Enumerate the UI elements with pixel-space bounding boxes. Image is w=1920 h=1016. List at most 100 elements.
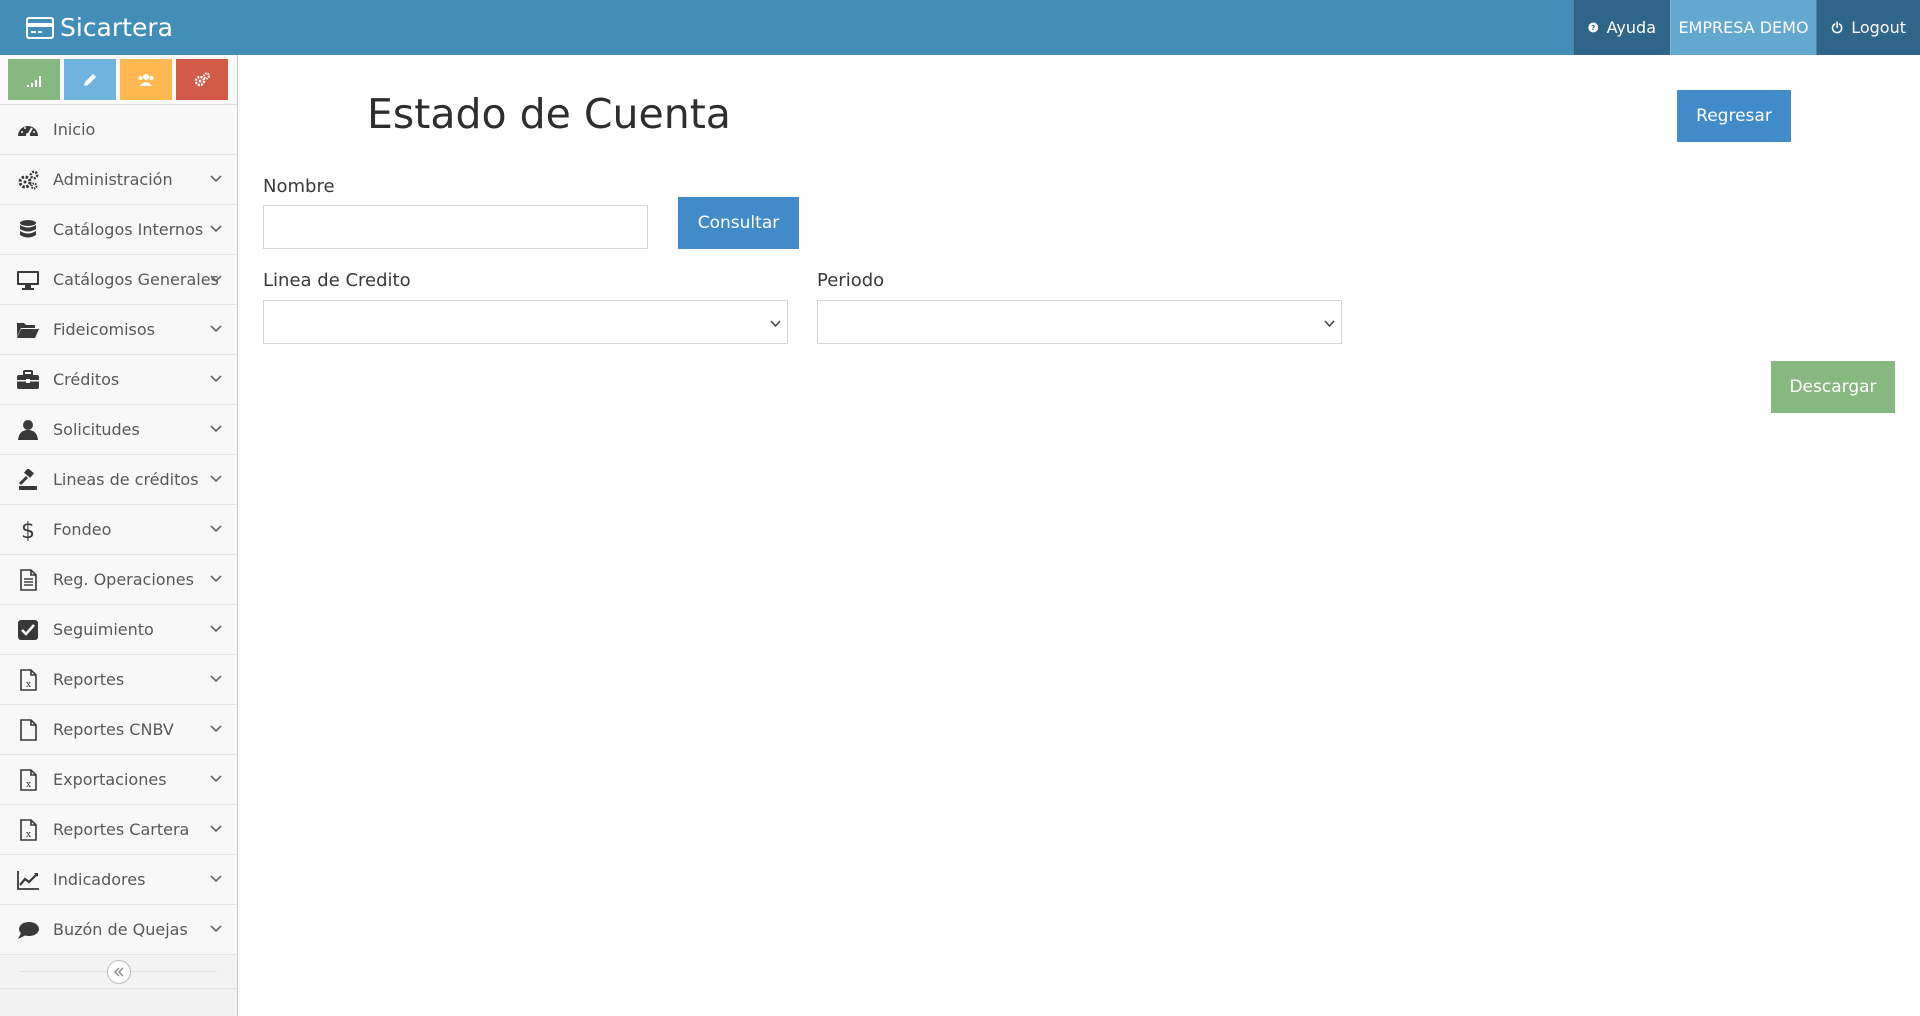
sidebar-item-label: Lineas de créditos — [53, 470, 199, 489]
top-navbar: Sicartera ? Ayuda EMPRESA DEMO Logout — [0, 0, 1920, 55]
nombre-input[interactable] — [263, 205, 648, 249]
signal-icon — [27, 75, 41, 87]
sidebar-item-administracion[interactable]: Administración — [0, 155, 237, 205]
sidebar-item-buzon-de-quejas[interactable]: Buzón de Quejas — [0, 905, 237, 955]
chevron-down-icon — [210, 625, 222, 633]
briefcase-icon — [14, 369, 42, 391]
logout-label: Logout — [1851, 18, 1906, 37]
chevron-down-icon — [210, 425, 222, 433]
sidebar-item-catalogos-generales[interactable]: Catálogos Generales — [0, 255, 237, 305]
shortcut-edit-button[interactable] — [64, 59, 116, 100]
periodo-select[interactable] — [817, 300, 1342, 344]
sidebar-item-label: Solicitudes — [53, 420, 140, 439]
tachometer-icon — [14, 119, 42, 141]
sidebar-item-label: Exportaciones — [53, 770, 167, 789]
linea-de-credito-label: Linea de Credito — [263, 270, 411, 291]
sidebar-item-label: Créditos — [53, 370, 120, 389]
regresar-button[interactable]: Regresar — [1677, 90, 1791, 142]
chevron-down-icon — [210, 225, 222, 233]
pencil-icon — [84, 73, 96, 86]
question-circle-icon: ? — [1588, 22, 1599, 33]
help-link[interactable]: ? Ayuda — [1573, 0, 1670, 55]
folder-open-icon — [14, 319, 42, 341]
file-icon — [14, 718, 42, 741]
help-label: Ayuda — [1606, 18, 1656, 37]
chevron-down-icon — [210, 475, 222, 483]
sidebar-collapse-bar — [0, 955, 237, 989]
sidebar-item-inicio[interactable]: Inicio — [0, 105, 237, 155]
main-content: Estado de Cuenta Regresar Nombre Consult… — [239, 55, 1920, 1016]
chevron-down-icon — [770, 320, 781, 328]
credit-card-icon — [26, 16, 54, 39]
check-square-icon — [14, 619, 42, 641]
sidebar: Inicio Administración Catálogos Internos… — [0, 55, 238, 1016]
page-title: Estado de Cuenta — [367, 90, 731, 138]
chevron-down-icon — [210, 325, 222, 333]
sidebar-item-label: Fondeo — [53, 520, 112, 539]
shortcut-users-button[interactable] — [120, 59, 172, 100]
sidebar-item-label: Reg. Operaciones — [53, 570, 194, 589]
sidebar-item-fondeo[interactable]: $ Fondeo — [0, 505, 237, 555]
sidebar-item-fideicomisos[interactable]: Fideicomisos — [0, 305, 237, 355]
sidebar-item-lineas-de-creditos[interactable]: Lineas de créditos — [0, 455, 237, 505]
chevron-down-icon — [1324, 320, 1335, 328]
comment-icon — [14, 919, 42, 941]
sidebar-item-reportes-cartera[interactable]: x Reportes Cartera — [0, 805, 237, 855]
company-selector[interactable]: EMPRESA DEMO — [1670, 0, 1816, 55]
sidebar-item-solicitudes[interactable]: Solicitudes — [0, 405, 237, 455]
sidebar-item-indicadores[interactable]: Indicadores — [0, 855, 237, 905]
sidebar-item-label: Reportes — [53, 670, 125, 689]
chevron-down-icon — [210, 775, 222, 783]
sidebar-item-label: Inicio — [53, 120, 96, 139]
linea-de-credito-select[interactable] — [263, 300, 788, 344]
periodo-label: Periodo — [817, 270, 885, 291]
sidebar-item-exportaciones[interactable]: x Exportaciones — [0, 755, 237, 805]
sidebar-item-creditos[interactable]: Créditos — [0, 355, 237, 405]
file-excel-icon: x — [14, 668, 42, 691]
brand-name: Sicartera — [60, 13, 173, 42]
sidebar-item-label: Indicadores — [53, 870, 146, 889]
sidebar-item-reg-operaciones[interactable]: Reg. Operaciones — [0, 555, 237, 605]
svg-text:x: x — [26, 680, 31, 690]
sidebar-item-label: Catálogos Generales — [53, 270, 219, 289]
chevron-down-icon — [210, 925, 222, 933]
chevron-down-icon — [210, 725, 222, 733]
sidebar-item-catalogos-internos[interactable]: Catálogos Internos — [0, 205, 237, 255]
double-angle-left-icon — [114, 967, 124, 977]
shortcut-settings-button[interactable] — [176, 59, 228, 100]
sidebar-item-reportes[interactable]: x Reportes — [0, 655, 237, 705]
gavel-icon — [14, 468, 42, 491]
sidebar-item-reportes-cnbv[interactable]: Reportes CNBV — [0, 705, 237, 755]
sidebar-item-label: Buzón de Quejas — [53, 920, 188, 939]
sidebar-collapse-button[interactable] — [107, 960, 131, 984]
chevron-down-icon — [210, 575, 222, 583]
file-excel-icon: x — [14, 818, 42, 841]
nombre-label: Nombre — [263, 176, 335, 197]
descargar-button[interactable]: Descargar — [1771, 361, 1895, 413]
svg-text:$: $ — [21, 519, 35, 541]
chevron-down-icon — [210, 875, 222, 883]
sidebar-item-label: Catálogos Internos — [53, 220, 204, 239]
users-icon — [138, 73, 154, 86]
navbar-right: ? Ayuda EMPRESA DEMO Logout — [1573, 0, 1920, 55]
svg-text:x: x — [26, 830, 31, 840]
chevron-down-icon — [210, 525, 222, 533]
sidebar-item-label: Reportes Cartera — [53, 820, 190, 839]
sidebar-shortcuts — [0, 55, 237, 105]
user-icon — [14, 419, 42, 441]
sidebar-item-seguimiento[interactable]: Seguimiento — [0, 605, 237, 655]
logout-link[interactable]: Logout — [1816, 0, 1920, 55]
shortcut-stats-button[interactable] — [8, 59, 60, 100]
brand-logo[interactable]: Sicartera — [26, 0, 173, 55]
svg-text:?: ? — [1591, 23, 1595, 32]
file-text-icon — [14, 568, 42, 591]
consultar-button[interactable]: Consultar — [678, 197, 799, 249]
chevron-down-icon — [210, 275, 222, 283]
power-icon — [1831, 21, 1843, 34]
company-label: EMPRESA DEMO — [1678, 18, 1809, 37]
desktop-icon — [14, 269, 42, 291]
dollar-icon: $ — [14, 519, 42, 541]
cogs-icon — [194, 72, 210, 86]
sidebar-item-label: Seguimiento — [53, 620, 154, 639]
database-icon — [14, 219, 42, 241]
